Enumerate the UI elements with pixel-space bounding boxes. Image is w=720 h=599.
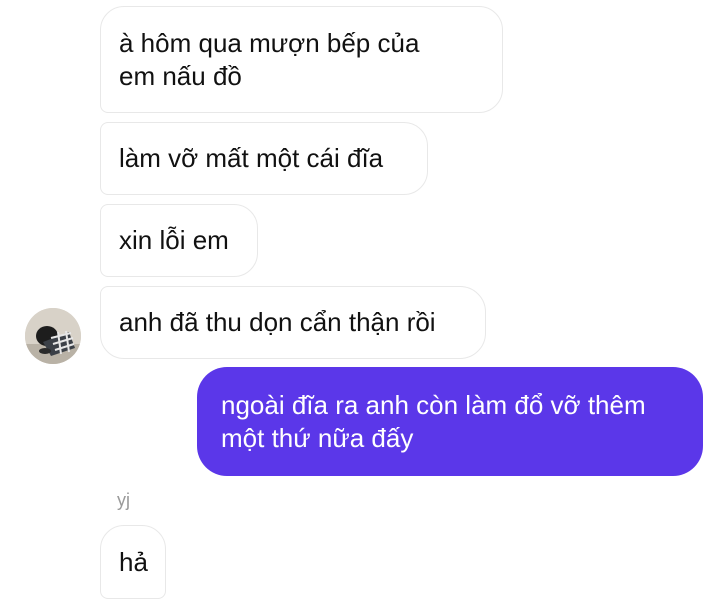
incoming-message-bubble[interactable]: hả <box>100 525 166 599</box>
message-text: hả <box>119 546 148 577</box>
message-text: anh đã thu dọn cẩn thận rồi <box>119 307 436 337</box>
sender-name: yj <box>117 490 130 510</box>
incoming-message-bubble[interactable]: anh đã thu dọn cẩn thận rồi <box>100 286 486 359</box>
message-text: làm vỡ mất một cái đĩa <box>119 143 384 173</box>
person-photo-icon <box>25 308 81 364</box>
outgoing-message-bubble[interactable]: ngoài đĩa ra anh còn làm đổ vỡ thêm một … <box>197 367 703 476</box>
incoming-message-bubble[interactable]: làm vỡ mất một cái đĩa <box>100 122 428 195</box>
message-text: ngoài đĩa ra anh còn làm đổ vỡ thêm một … <box>221 389 646 453</box>
message-text: à hôm qua mượn bếp của em nấu đồ <box>119 27 420 91</box>
contact-avatar[interactable] <box>25 308 81 364</box>
message-text: xin lỗi em <box>119 225 229 255</box>
incoming-message-bubble[interactable]: à hôm qua mượn bếp của em nấu đồ <box>100 6 503 113</box>
incoming-message-bubble[interactable]: xin lỗi em <box>100 204 258 277</box>
